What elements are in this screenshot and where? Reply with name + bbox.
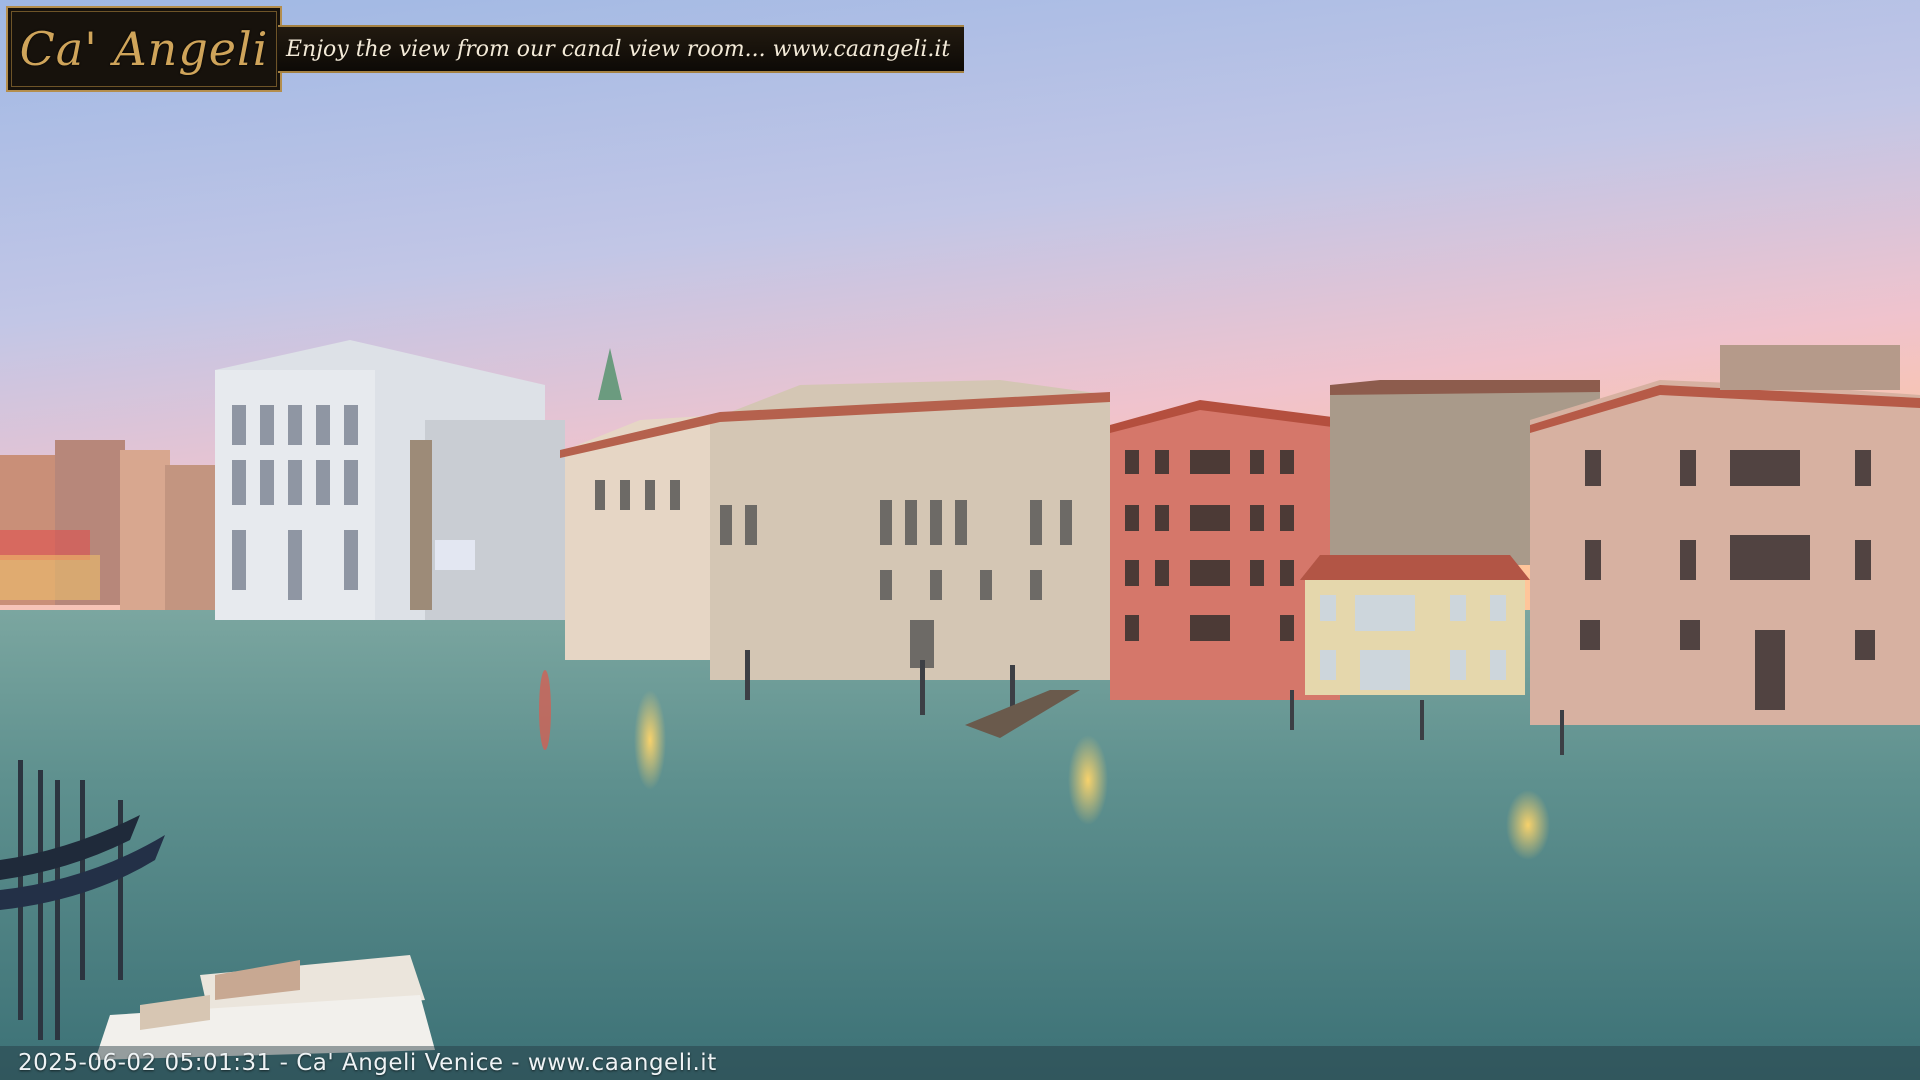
timestamp-text: 2025-06-02 05:01:31 - Ca' Angeli Venice … <box>18 1050 717 1076</box>
pink-palazzo <box>1530 345 1920 725</box>
timestamp-bar: 2025-06-02 05:01:31 - Ca' Angeli Venice … <box>0 1046 1920 1080</box>
tagline-text: Enjoy the view from our canal view room.… <box>286 36 951 62</box>
reflection-glow <box>1068 735 1108 825</box>
ca-angeli-logo: Ca' Angeli <box>6 6 282 92</box>
canal-scene <box>0 0 1920 1080</box>
reflection-glow <box>634 690 666 790</box>
reflection-glow <box>539 670 551 750</box>
reflection-glow <box>1506 790 1550 860</box>
yellow-house <box>1300 555 1530 695</box>
tagline-strip: Enjoy the view from our canal view room.… <box>278 25 965 73</box>
scaffolded-building <box>410 420 565 620</box>
logo-text: Ca' Angeli <box>19 22 269 76</box>
watermark-banner: Ca' Angeli Enjoy the view from our canal… <box>6 6 965 92</box>
beige-palazzo <box>560 380 1110 680</box>
left-distant-buildings <box>0 440 220 610</box>
